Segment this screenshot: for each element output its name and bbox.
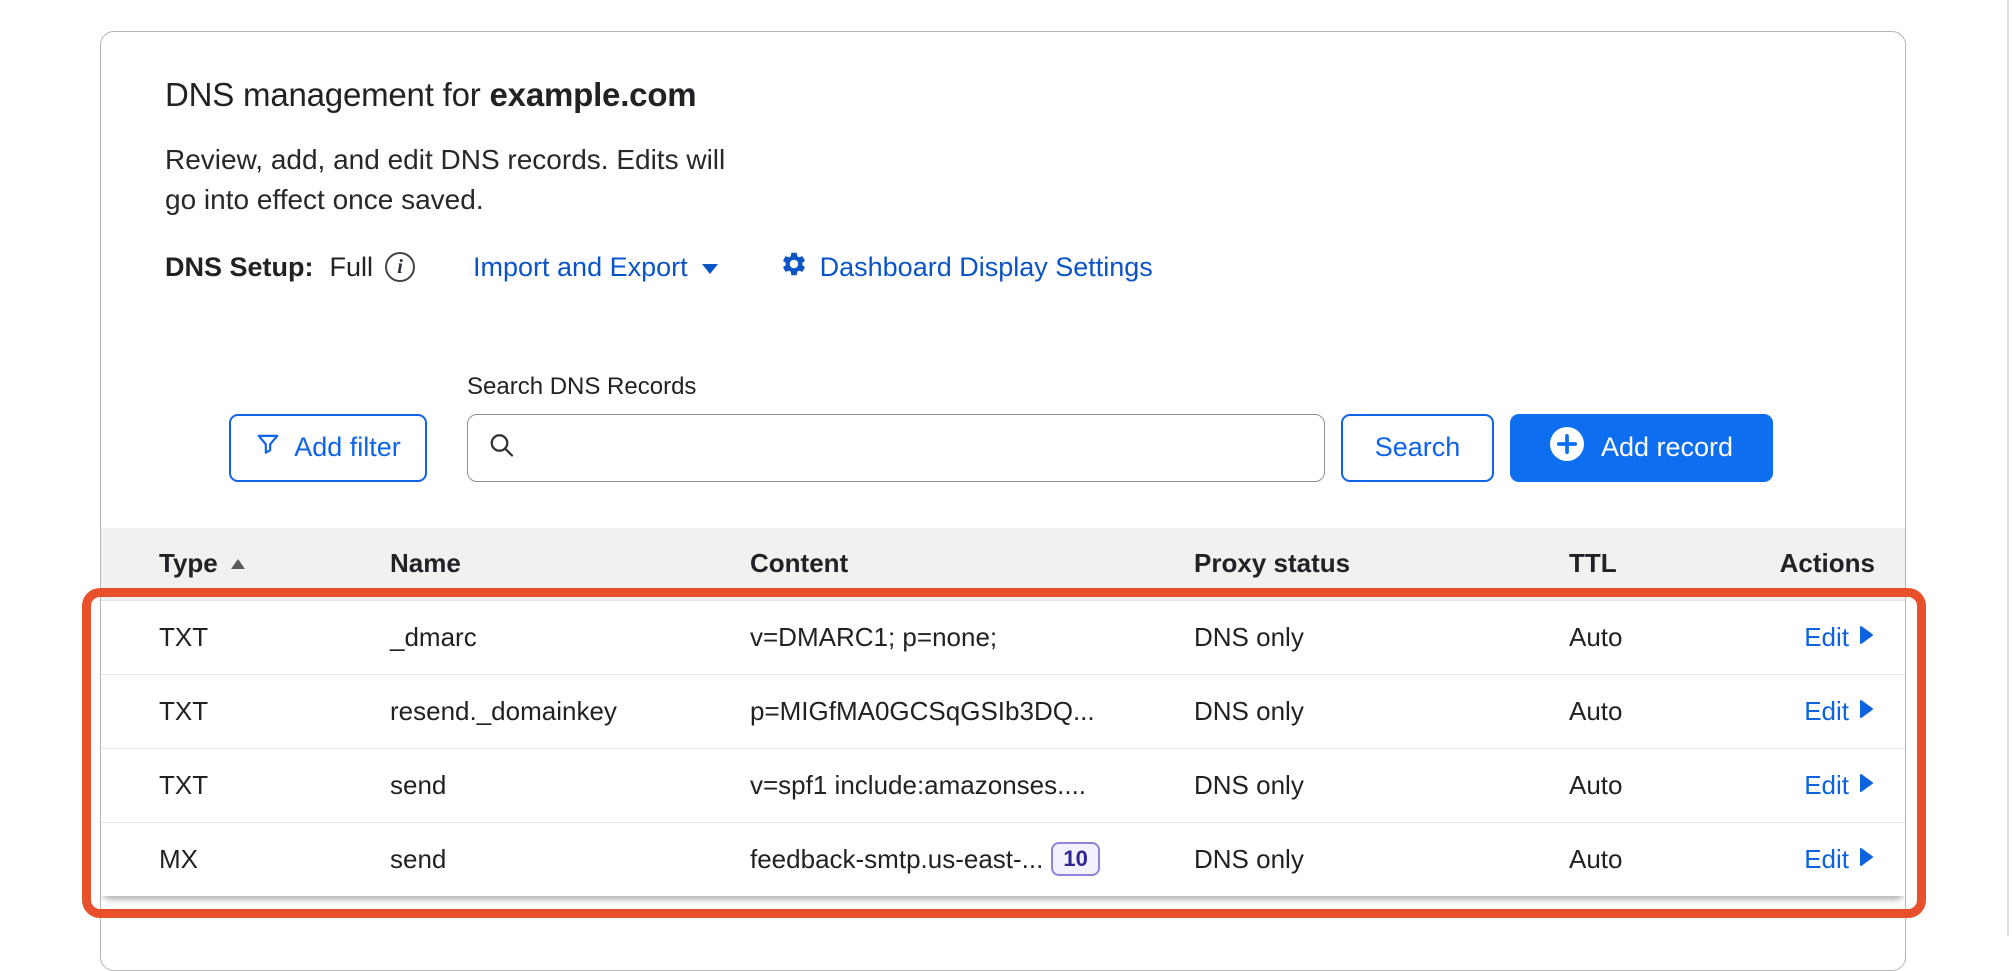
scrollbar-track-edge — [2007, 0, 2009, 936]
table-row: MX send feedback-smtp.us-east-...10 DNS … — [101, 822, 1905, 896]
table-row: TXT resend._domainkey p=MIGfMA0GCSqGSIb3… — [101, 674, 1905, 748]
column-header-ttl: TTL — [1569, 548, 1764, 579]
search-label: Search DNS Records — [467, 373, 1325, 401]
chevron-right-icon — [1858, 696, 1875, 727]
chevron-right-icon — [1858, 844, 1875, 875]
column-header-content: Content — [750, 548, 1194, 579]
column-header-proxy-status: Proxy status — [1194, 548, 1569, 579]
search-button[interactable]: Search — [1341, 414, 1494, 482]
dns-setup-label: DNS Setup: — [165, 252, 314, 283]
plus-icon — [1550, 427, 1584, 468]
import-export-link[interactable]: Import and Export — [473, 252, 720, 283]
table-row: TXT _dmarc v=DMARC1; p=none; DNS only Au… — [101, 600, 1905, 674]
search-group: Search DNS Records — [467, 373, 1325, 482]
search-input[interactable] — [467, 414, 1325, 482]
record-name: _dmarc — [390, 622, 750, 653]
dns-setup-value: Full — [330, 252, 374, 283]
record-proxy-status: DNS only — [1194, 622, 1569, 653]
record-proxy-status: DNS only — [1194, 696, 1569, 727]
sort-ascending-icon — [230, 558, 246, 570]
add-record-button[interactable]: Add record — [1510, 414, 1773, 482]
column-header-actions: Actions — [1764, 548, 1875, 579]
gear-icon — [780, 250, 808, 285]
chevron-right-icon — [1858, 622, 1875, 653]
table-header-row: Type Name Content Proxy status TTL Actio… — [101, 528, 1905, 600]
record-ttl: Auto — [1569, 696, 1764, 727]
record-type: TXT — [159, 622, 390, 653]
record-proxy-status: DNS only — [1194, 770, 1569, 801]
record-type: MX — [159, 844, 390, 875]
add-filter-button[interactable]: Add filter — [229, 414, 427, 482]
dashboard-display-settings-link[interactable]: Dashboard Display Settings — [780, 250, 1153, 285]
record-ttl: Auto — [1569, 622, 1764, 653]
column-header-name: Name — [390, 548, 750, 579]
page-title: DNS management for example.com — [165, 76, 1841, 114]
record-content: p=MIGfMA0GCSqGSIb3DQ... — [750, 696, 1194, 727]
edit-record-link[interactable]: Edit — [1804, 696, 1875, 727]
dns-toolbar: Add filter Search DNS Records Search Add… — [165, 373, 1841, 482]
edit-record-link[interactable]: Edit — [1804, 622, 1875, 653]
dns-setup-row: DNS Setup: Full i Import and Export Dash… — [165, 250, 1841, 285]
record-type: TXT — [159, 770, 390, 801]
chevron-down-icon — [700, 252, 720, 283]
table-row: TXT send v=spf1 include:amazonses.... DN… — [101, 748, 1905, 822]
record-type: TXT — [159, 696, 390, 727]
record-content: v=spf1 include:amazonses.... — [750, 770, 1194, 801]
mx-priority-badge: 10 — [1051, 842, 1099, 876]
search-icon — [487, 430, 517, 465]
edit-record-link[interactable]: Edit — [1804, 844, 1875, 875]
edit-record-link[interactable]: Edit — [1804, 770, 1875, 801]
domain-name: example.com — [490, 76, 697, 113]
column-header-type[interactable]: Type — [159, 548, 390, 579]
record-proxy-status: DNS only — [1194, 844, 1569, 875]
table-body: TXT _dmarc v=DMARC1; p=none; DNS only Au… — [101, 600, 1905, 896]
record-content: v=DMARC1; p=none; — [750, 622, 1194, 653]
record-name: send — [390, 844, 750, 875]
dns-management-card: DNS management for example.com Review, a… — [100, 31, 1906, 971]
record-name: send — [390, 770, 750, 801]
chevron-right-icon — [1858, 770, 1875, 801]
info-icon[interactable]: i — [385, 252, 415, 282]
record-ttl: Auto — [1569, 844, 1764, 875]
dns-records-table: Type Name Content Proxy status TTL Actio… — [101, 528, 1905, 896]
record-name: resend._domainkey — [390, 696, 750, 727]
filter-funnel-icon — [255, 431, 281, 464]
record-content: feedback-smtp.us-east-...10 — [750, 842, 1194, 876]
record-ttl: Auto — [1569, 770, 1764, 801]
page-description: Review, add, and edit DNS records. Edits… — [165, 140, 1841, 220]
